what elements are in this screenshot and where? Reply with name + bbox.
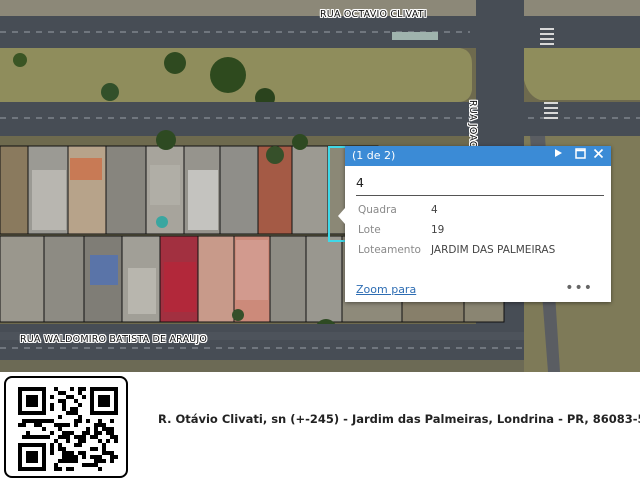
street-label-top: RUA OCTAVIO CLIVATI: [320, 9, 427, 20]
maximize-icon: [575, 148, 586, 159]
attribute-key: Loteamento: [358, 244, 421, 256]
maximize-button[interactable]: [575, 148, 591, 164]
play-icon: [555, 149, 562, 157]
attribute-value: JARDIM DAS PALMEIRAS: [431, 244, 556, 256]
close-button[interactable]: [593, 148, 609, 164]
attribute-row: Loteamento JARDIM DAS PALMEIRAS: [358, 244, 555, 256]
attribute-row: Lote 19: [358, 224, 444, 236]
attribute-key: Quadra: [358, 204, 397, 216]
qr-frame: [4, 376, 128, 478]
street-label-bottom: RUA WALDOMIRO BATISTA DE ARAUJO: [20, 334, 208, 345]
popup-divider: [356, 195, 604, 196]
attribute-row: Quadra 4: [358, 204, 438, 216]
next-feature-button[interactable]: [553, 148, 569, 164]
map-view[interactable]: RUA OCTAVIO CLIVATI RUA JOAO DE FREITAS …: [0, 0, 640, 372]
popup-pointer: [338, 208, 345, 224]
zoom-to-link[interactable]: Zoom para: [356, 283, 416, 296]
feature-popup: (1 de 2) 4 Quadra 4 Lote 19 Loteamento JARD…: [338, 146, 611, 302]
popup-counter: (1 de 2): [352, 149, 396, 162]
more-options-button[interactable]: •••: [565, 280, 593, 296]
address-text: R. Otávio Clivati, sn (+-245) - Jardim d…: [158, 412, 640, 426]
close-icon: [593, 148, 604, 159]
selected-lot-outline[interactable]: [328, 146, 346, 242]
attribute-value: 4: [431, 204, 438, 216]
popup-header: (1 de 2): [345, 146, 611, 166]
attribute-value: 19: [431, 224, 445, 236]
popup-title: 4: [356, 175, 364, 190]
qr-code: [18, 387, 118, 471]
attribute-key: Lote: [358, 224, 381, 236]
footer: R. Otávio Clivati, sn (+-245) - Jardim d…: [0, 372, 640, 480]
